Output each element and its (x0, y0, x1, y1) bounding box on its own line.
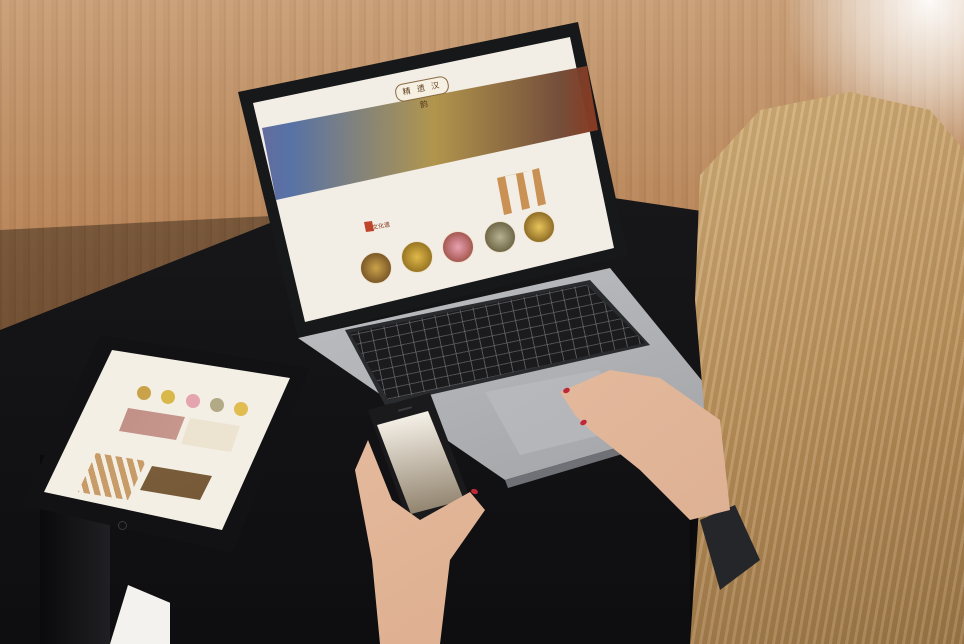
tablet-circle-thumb (137, 386, 151, 400)
photo-scene: 精 遗 汉 韵 文化遗 (0, 0, 964, 644)
tablet-circle-thumb (186, 394, 200, 408)
tablet-home-button (118, 521, 127, 530)
laptop-circle-thumb (484, 221, 516, 253)
laptop-circle-thumb (523, 211, 555, 243)
laptop-circle-thumb (442, 231, 474, 263)
tablet-circle-thumb (210, 398, 224, 412)
tablet-circle-thumb (234, 402, 248, 416)
laptop-circle-thumb (401, 241, 433, 273)
laptop-circle-thumb (360, 252, 392, 284)
tablet-circle-thumb (161, 390, 175, 404)
